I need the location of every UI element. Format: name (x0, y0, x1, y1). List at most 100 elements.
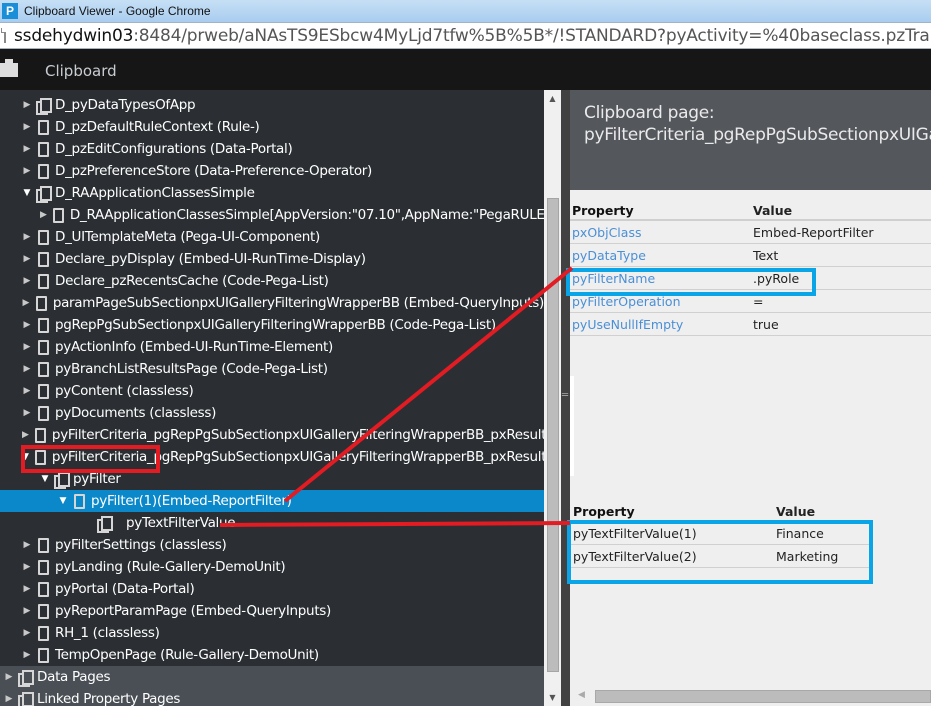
expand-arrow-icon[interactable]: ▶ (22, 320, 32, 330)
tree-row-label: pyPortal (Data-Portal) (55, 581, 195, 597)
details-horizontal-scrollbar[interactable]: ◀ (570, 688, 931, 706)
tree-row[interactable]: ▶ pyContent (classless) (0, 380, 544, 402)
tree-row-label: pyFilter(1)(Embed-ReportFilter) (91, 493, 292, 509)
column-header-value: Value (753, 202, 793, 218)
property-link[interactable]: pyDataType (570, 248, 753, 263)
table-row: pyFilterName .pyRole (570, 267, 931, 290)
page-icon (34, 449, 46, 465)
scroll-left-arrow-icon[interactable]: ◀ (578, 690, 585, 700)
table-header: Property Value (570, 201, 931, 221)
expand-arrow-icon[interactable]: ▶ (22, 276, 32, 286)
address-bar[interactable]: ssdehydwin03:8484/prweb/aNAsTS9ESbcw4MyL… (0, 22, 931, 49)
expand-arrow-icon[interactable]: ▶ (22, 364, 32, 374)
expand-arrow-icon[interactable]: ▶ (22, 298, 30, 308)
tree-row[interactable]: ▶ D_pzPreferenceStore (Data-Preference-Op… (0, 160, 544, 182)
tree-row[interactable]: ▶ Declare_pzRecentsCache (Code-Pega-List) (0, 270, 544, 292)
tree-row[interactable]: ▶ pyReportParamPage (Embed-QueryInputs) (0, 600, 544, 622)
splitter-grip-icon[interactable]: ═ (562, 390, 568, 401)
expand-arrow-icon[interactable]: ▶ (22, 386, 32, 396)
app-title: Clipboard (45, 62, 117, 80)
tree-row-label: D_RAApplicationClassesSimple (55, 185, 255, 201)
page-icon (38, 273, 49, 289)
expand-arrow-icon[interactable]: ▶ (22, 562, 32, 572)
expand-arrow-icon[interactable]: ▶ (22, 254, 32, 264)
pages-icon (18, 691, 34, 706)
tree-row[interactable]: ▶ D_UITemplateMeta (Pega-UI-Component) (0, 226, 544, 248)
tree-row[interactable]: ▶ pyActionInfo (Embed-UI-RunTime-Element) (0, 336, 544, 358)
tree-row[interactable]: pyTextFilterValue (0, 512, 544, 534)
pega-app-icon: P (2, 3, 18, 19)
property-link[interactable]: pyFilterOperation (570, 294, 753, 309)
expand-arrow-icon[interactable]: ▶ (22, 122, 32, 132)
tree-row[interactable]: ▶ D_pzEditConfigurations (Data-Portal) (0, 138, 544, 160)
expand-arrow-icon[interactable]: ▶ (22, 232, 32, 242)
tree-row[interactable]: ▶ D_pzDefaultRuleContext (Rule-) (0, 116, 544, 138)
expand-arrow-icon[interactable]: ▶ (22, 144, 32, 154)
tree-row-label: pgRepPgSubSectionpxUIGalleryFilteringWra… (55, 317, 496, 333)
tree-row[interactable]: ▶ D_pyDataTypesOfApp (0, 94, 544, 116)
table-row: pyFilterOperation = (570, 290, 931, 313)
tree-row-label: RH_1 (classless) (55, 625, 160, 641)
property-value: Text (753, 247, 779, 263)
expand-arrow-icon[interactable]: ▶ (22, 430, 29, 440)
tree-row[interactable]: ▼ pyFilter (0, 468, 544, 490)
expand-arrow-icon[interactable]: ▶ (40, 210, 47, 220)
scroll-up-arrow-icon[interactable]: ▲ (544, 90, 561, 107)
tree-row[interactable]: ▶ pgRepPgSubSectionpxUIGalleryFilteringWr… (0, 314, 544, 336)
tree-row[interactable]: ▶ D_RAApplicationClassesSimple[AppVersion… (0, 204, 544, 226)
scrollbar-thumb[interactable] (547, 198, 559, 672)
pages-icon (97, 515, 113, 533)
property-value: Embed-ReportFilter (753, 224, 874, 240)
collapse-arrow-icon[interactable]: ▼ (22, 452, 29, 462)
tree-row[interactable]: ▶ pyLanding (Rule-Gallery-DemoUnit) (0, 556, 544, 578)
pages-icon (36, 185, 52, 203)
tree-scrollbar[interactable]: ▲ ▼ (544, 90, 561, 706)
expand-arrow-icon[interactable]: ▶ (22, 342, 32, 352)
property-value: Marketing (776, 548, 839, 564)
expand-arrow-icon[interactable]: ▶ (22, 650, 32, 660)
tree-row[interactable]: ▼ D_RAApplicationClassesSimple (0, 182, 544, 204)
tree-section-row[interactable]: ▶ Linked Property Pages (0, 688, 544, 706)
tree-row[interactable]: ▶ Declare_pyDisplay (Embed-UI-RunTime-Dis… (0, 248, 544, 270)
tree-row[interactable]: ▶ RH_1 (classless) (0, 622, 544, 644)
expand-arrow-icon[interactable]: ▶ (22, 166, 32, 176)
tree-section-row[interactable]: ▶ Data Pages (0, 666, 544, 688)
expand-arrow-icon[interactable]: ▶ (4, 672, 14, 682)
tree-row[interactable]: ▶ pyDocuments (classless) (0, 402, 544, 424)
tree-row-label: Declare_pzRecentsCache (Code-Pega-List) (55, 273, 329, 289)
page-icon (38, 537, 49, 553)
expand-arrow-icon[interactable]: ▶ (22, 100, 32, 110)
tree-row[interactable]: ▶ pyFilterCriteria_pgRepPgSubSectionpxUIG… (0, 424, 544, 446)
scrollbar-thumb[interactable] (595, 690, 931, 703)
expand-arrow-icon[interactable]: ▶ (22, 628, 32, 638)
property-link[interactable]: pyFilterName (570, 271, 753, 286)
page-icon (74, 493, 85, 509)
expand-arrow-icon[interactable]: ▶ (22, 606, 32, 616)
collapse-arrow-icon[interactable]: ▼ (58, 496, 68, 506)
tree-section-label: Data Pages (37, 669, 111, 685)
tree-row[interactable]: ▶ paramPageSubSectionpxUIGalleryFiltering… (0, 292, 544, 314)
expand-arrow-icon[interactable]: ▶ (22, 408, 32, 418)
tree-row[interactable]: ▶ TempOpenPage (Rule-Gallery-DemoUnit) (0, 644, 544, 666)
expand-arrow-icon[interactable]: ▶ (4, 694, 14, 704)
page-info-icon[interactable] (1, 28, 6, 43)
tree-row[interactable]: ▶ pyFilterSettings (classless) (0, 534, 544, 556)
expand-arrow-icon[interactable]: ▶ (22, 584, 32, 594)
table-row: pyDataType Text (570, 244, 931, 267)
property-link[interactable]: pyUseNullIfEmpty (570, 317, 753, 332)
clipboard-tree: ▶ D_pyDataTypesOfApp ▶ D_pzDefaultRuleConte… (0, 90, 544, 706)
property-link[interactable]: pxObjClass (570, 225, 753, 240)
tree-row[interactable]: ▶ pyPortal (Data-Portal) (0, 578, 544, 600)
collapse-arrow-icon[interactable]: ▼ (40, 474, 50, 484)
tree-row[interactable]: ▶ pyBranchListResultsPage (Code-Pega-List… (0, 358, 544, 380)
scroll-down-arrow-icon[interactable]: ▼ (544, 689, 561, 706)
collapse-arrow-icon[interactable]: ▼ (22, 188, 32, 198)
tree-row[interactable]: ▼ pyFilterCriteria_pgRepPgSubSectionpxUIG… (0, 446, 544, 468)
tree-row-selected[interactable]: ▼ pyFilter(1)(Embed-ReportFilter) (0, 490, 544, 512)
pane-splitter[interactable]: ═ (561, 90, 570, 706)
tree-row-label: pyBranchListResultsPage (Code-Pega-List) (55, 361, 328, 377)
url-text[interactable]: ssdehydwin03:8484/prweb/aNAsTS9ESbcw4MyL… (14, 26, 931, 46)
page-icon (38, 559, 49, 575)
expand-arrow-icon[interactable]: ▶ (22, 540, 32, 550)
details-heading-page-name: pyFilterCriteria_pgRepPgSubSectionpxUIGa… (584, 125, 931, 145)
